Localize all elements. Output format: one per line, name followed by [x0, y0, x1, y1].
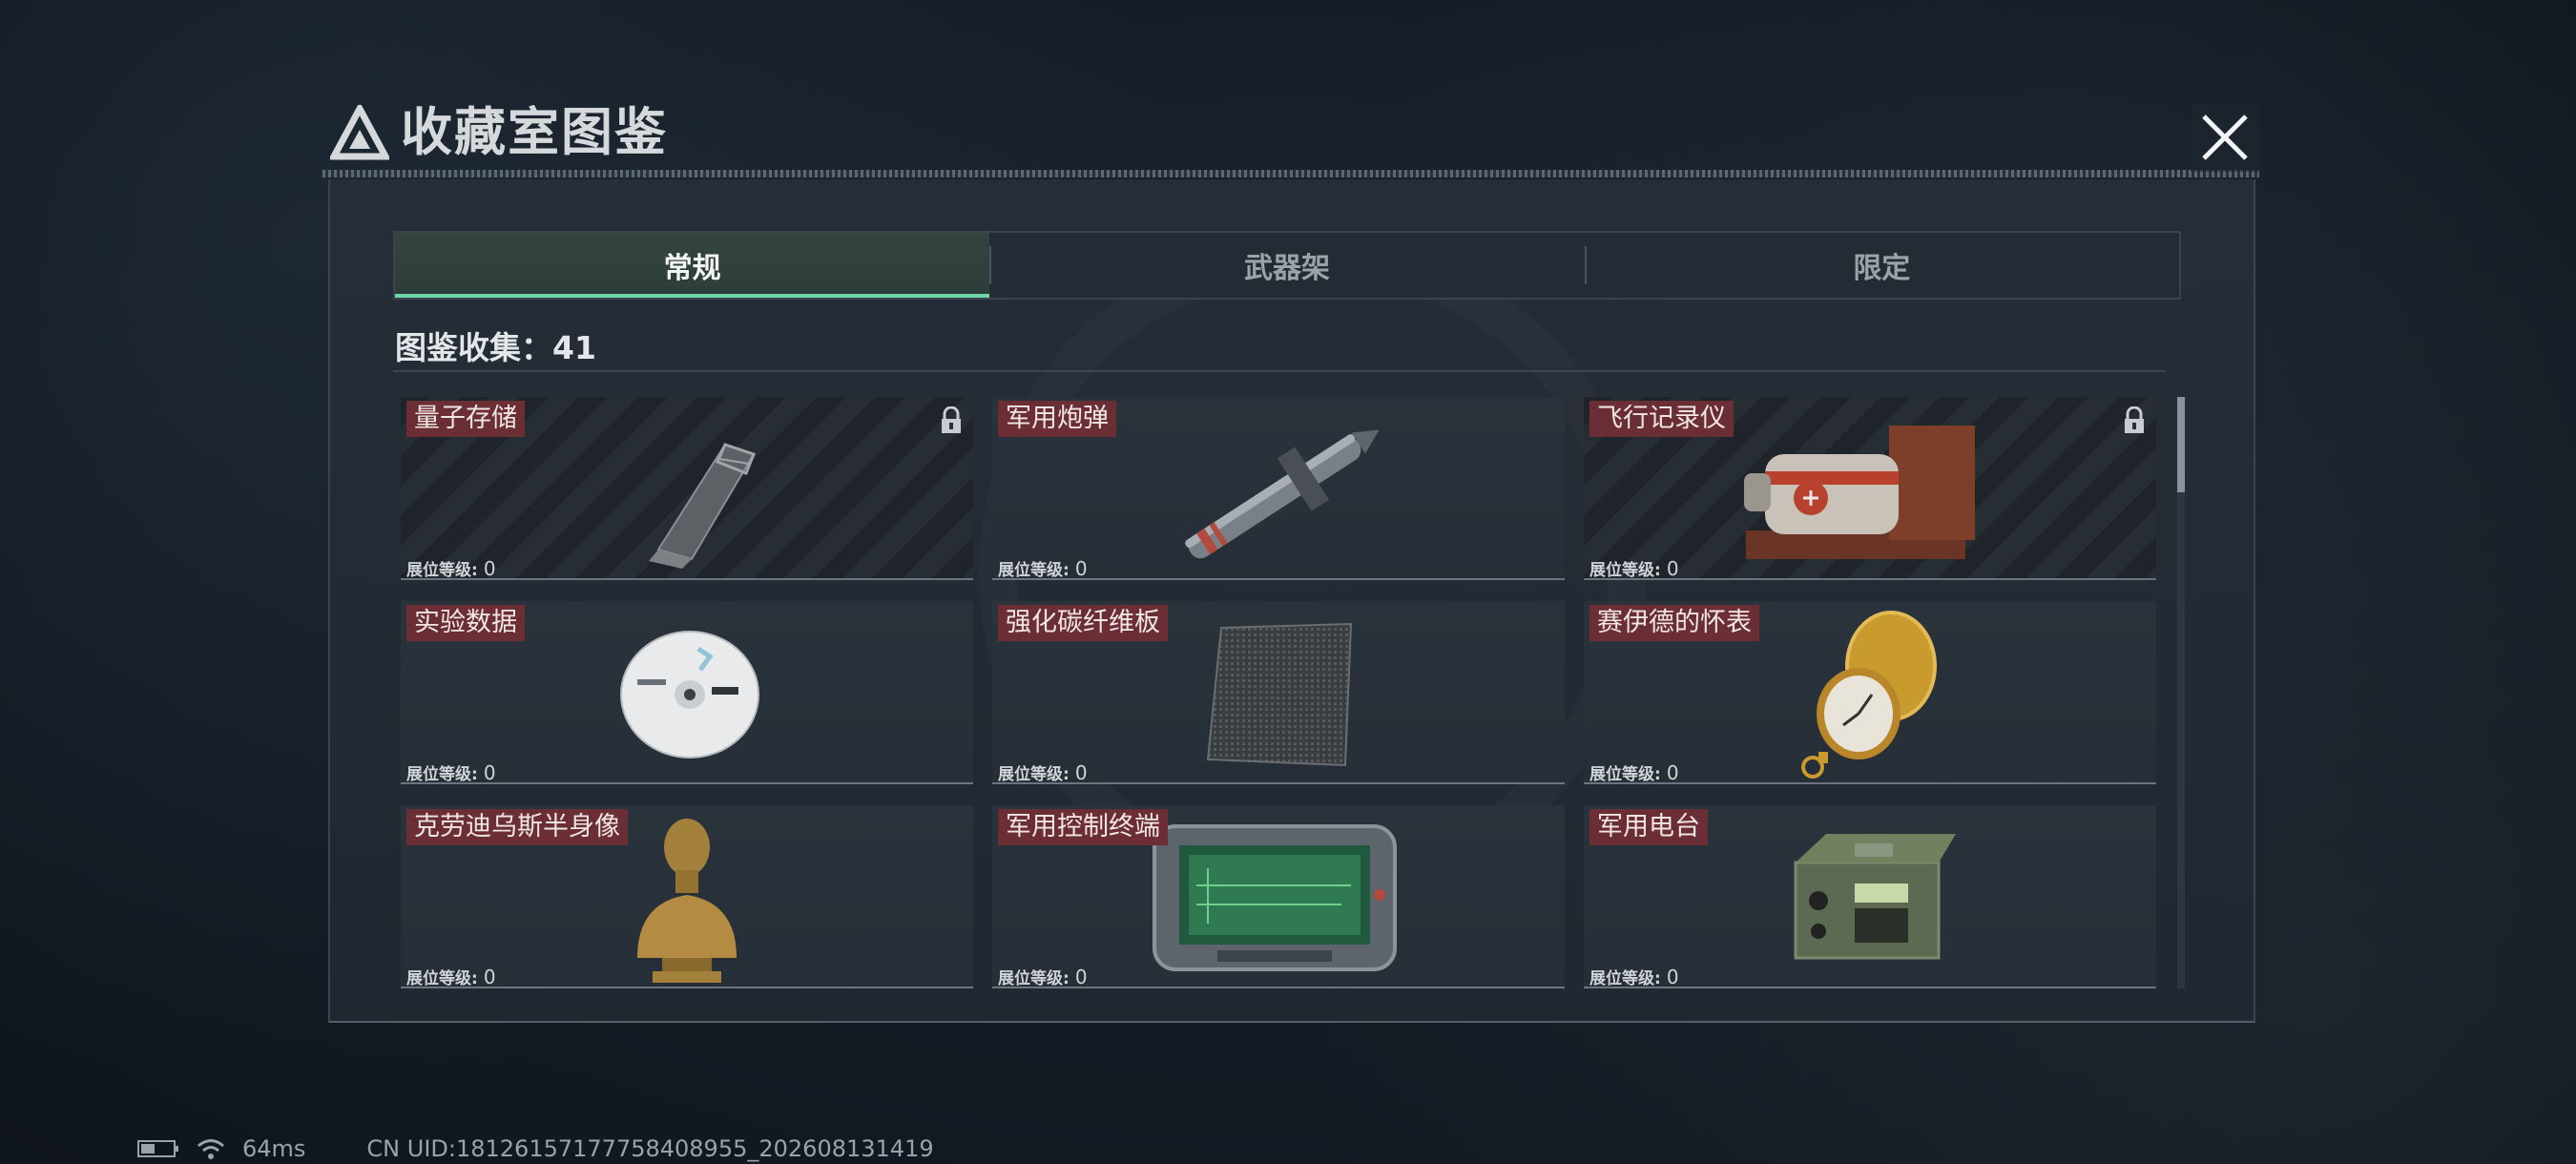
item-card-flight-recorder[interactable]: 飞行记录仪 展位等级: 0	[1584, 397, 2156, 580]
terminal-icon	[1153, 824, 1397, 971]
flight-recorder-icon	[1744, 426, 1975, 559]
item-name: 量子存储	[406, 401, 525, 437]
logo-icon	[330, 105, 389, 160]
item-name: 克劳迪乌斯半身像	[406, 809, 628, 845]
item-name: 赛伊德的怀表	[1589, 605, 1759, 641]
uid-text: CN UID:18126157177758408955_202608131419	[366, 1135, 934, 1162]
title-divider	[322, 170, 2259, 177]
item-grid: 量子存储 展位等级: 0 军用炮弹 展位等级: 0 飞行记录仪 展位等级: 0 …	[401, 397, 2175, 988]
tab-regular[interactable]: 常规	[395, 233, 990, 298]
item-level: 展位等级: 0	[998, 557, 1088, 580]
item-name: 实验数据	[406, 605, 525, 641]
item-card-military-radio[interactable]: 军用电台 展位等级: 0	[1584, 805, 2156, 988]
item-card-experiment-data[interactable]: 实验数据 展位等级: 0	[401, 601, 973, 784]
close-button[interactable]	[2191, 103, 2259, 172]
item-name: 飞行记录仪	[1589, 401, 1734, 437]
wifi-icon	[197, 1139, 224, 1159]
item-level: 展位等级: 0	[406, 557, 496, 580]
item-card-pocket-watch[interactable]: 赛伊德的怀表 展位等级: 0	[1584, 601, 2156, 784]
item-name: 军用控制终端	[998, 809, 1168, 845]
divider	[393, 370, 2166, 372]
item-level: 展位等级: 0	[1589, 557, 1679, 580]
item-name: 强化碳纤维板	[998, 605, 1168, 641]
item-card-carbon-fiber-plate[interactable]: 强化碳纤维板 展位等级: 0	[992, 601, 1565, 784]
item-name: 军用炮弹	[998, 401, 1116, 437]
item-name: 军用电台	[1589, 809, 1708, 845]
scrollbar-thumb[interactable]	[2177, 397, 2185, 492]
pocket-watch-icon	[1801, 611, 1937, 779]
item-card-quantum-storage[interactable]: 量子存储 展位等级: 0	[401, 397, 973, 580]
lock-icon	[942, 406, 961, 433]
missile-icon	[1185, 429, 1380, 559]
item-level: 展位等级: 0	[998, 966, 1088, 988]
usb-drive-icon	[649, 443, 756, 569]
scrollbar[interactable]	[2177, 397, 2185, 988]
item-card-claudius-bust[interactable]: 克劳迪乌斯半身像 展位等级: 0	[401, 805, 973, 988]
radio-icon	[1794, 834, 1956, 960]
item-level: 展位等级: 0	[1589, 761, 1679, 784]
collection-panel: 常规 武器架 限定 图鉴收集：41 量子存储 展位等级: 0 军用炮弹 展位等级…	[328, 179, 2255, 1023]
lock-icon	[2125, 406, 2144, 433]
tab-bar: 常规 武器架 限定	[393, 231, 2181, 300]
item-card-military-shell[interactable]: 军用炮弹 展位等级: 0	[992, 397, 1565, 580]
item-level: 展位等级: 0	[406, 761, 496, 784]
page-title: 收藏室图鉴	[401, 102, 668, 162]
disc-icon	[620, 631, 759, 759]
status-bar: 64ms CN UID:18126157177758408955_2026081…	[137, 1135, 934, 1162]
ping-text: 64ms	[242, 1135, 306, 1162]
title-bar: 收藏室图鉴	[322, 95, 2259, 181]
close-icon	[2202, 114, 2248, 160]
tab-weapon-rack[interactable]: 武器架	[989, 233, 1584, 298]
item-card-military-terminal[interactable]: 军用控制终端 展位等级: 0	[992, 805, 1565, 988]
carbon-plate-icon	[1206, 622, 1353, 767]
battery-icon	[137, 1140, 178, 1157]
bust-icon	[637, 819, 737, 983]
collection-count: 图鉴收集：41	[395, 329, 596, 366]
item-level: 展位等级: 0	[998, 761, 1088, 784]
item-level: 展位等级: 0	[1589, 966, 1679, 988]
item-level: 展位等级: 0	[406, 966, 496, 988]
tab-limited[interactable]: 限定	[1584, 233, 2179, 298]
